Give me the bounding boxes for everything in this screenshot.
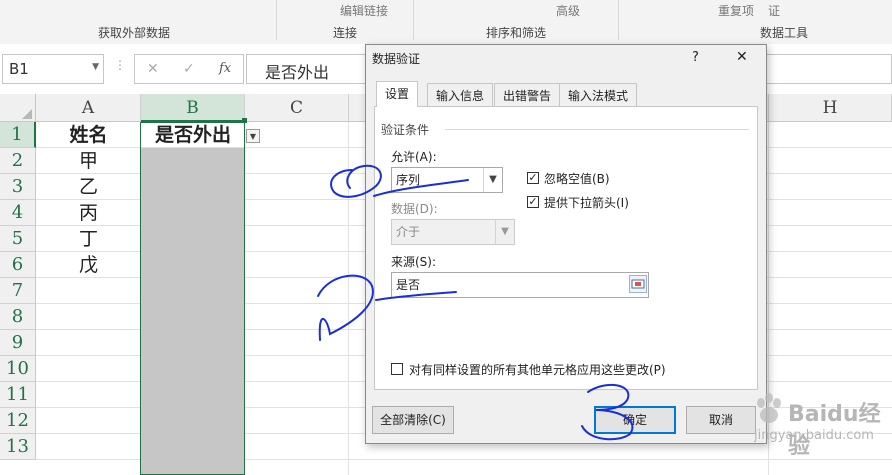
cancel-button[interactable]: 取消 — [686, 406, 756, 434]
row-header-13[interactable]: 13 — [0, 434, 36, 460]
row-header-4[interactable]: 4 — [0, 200, 36, 226]
cell-a1[interactable]: 姓名 — [36, 122, 141, 148]
row-header-2[interactable]: 2 — [0, 148, 36, 174]
chevron-down-icon[interactable]: ▼ — [92, 62, 99, 72]
column-header-h[interactable]: H — [769, 94, 892, 122]
ribbon-group-connections: 连接 — [333, 26, 358, 40]
tab-error-alert[interactable]: 出错警告 — [494, 83, 561, 107]
ribbon-separator — [618, 0, 619, 40]
name-box-value: B1 — [9, 60, 29, 78]
dropdown-arrow-icon[interactable]: ▼ — [246, 129, 260, 143]
data-validation-dialog: 数据验证 ? ✕ 设置 输入信息 出错警告 输入法模式 验证条件 允许(A): … — [365, 44, 767, 444]
row-header-7[interactable]: 7 — [0, 278, 36, 304]
select-all-icon — [22, 109, 32, 119]
cell-a4[interactable]: 丙 — [36, 200, 141, 226]
apply-all-label: 对有同样设置的所有其他单元格应用这些更改(P) — [409, 363, 666, 377]
selection-border — [140, 122, 245, 475]
apply-all-checkbox[interactable] — [391, 363, 403, 375]
tab-settings[interactable]: 设置 — [376, 81, 419, 107]
row-header-10[interactable]: 10 — [0, 356, 36, 382]
formula-content: 是否外出 — [265, 63, 330, 82]
cancel-icon[interactable]: ✕ — [147, 61, 159, 77]
data-select: 介于 ▼ — [391, 219, 515, 245]
ignore-blank-label: 忽略空值(B) — [544, 172, 610, 186]
ribbon-group-sort-filter: 排序和筛选 — [486, 26, 547, 40]
ribbon: 编辑链接 高级 重复项 证 获取外部数据 连接 排序和筛选 数据工具 — [0, 0, 892, 45]
ok-button[interactable]: 确定 — [594, 406, 676, 434]
source-input[interactable]: 是否 — [391, 272, 649, 298]
tab-input-message[interactable]: 输入信息 — [427, 83, 494, 107]
edit-links-button[interactable]: 编辑链接 — [340, 2, 388, 19]
source-value: 是否 — [396, 278, 421, 292]
advanced-filter-button[interactable]: 高级 — [556, 2, 580, 19]
cell-b1[interactable]: 是否外出 — [141, 122, 245, 148]
section-validation-criteria: 验证条件 — [381, 123, 430, 137]
source-label: 来源(S): — [391, 255, 437, 269]
help-icon[interactable]: ? — [692, 50, 699, 65]
chevron-down-icon[interactable]: ▼ — [483, 168, 502, 192]
watermark: Baidu经验 jingyan.baidu.com — [752, 392, 890, 472]
settings-panel: 验证条件 允许(A): 序列 ▼ ✓ 忽略空值(B) ✓ 提供下拉箭头(I) 数… — [374, 106, 758, 390]
row-header-6[interactable]: 6 — [0, 252, 36, 278]
cell-a3[interactable]: 乙 — [36, 174, 141, 200]
row-header-3[interactable]: 3 — [0, 174, 36, 200]
enter-icon[interactable]: ✓ — [183, 61, 195, 77]
insert-function-icon[interactable]: fx — [219, 61, 231, 76]
dialog-title: 数据验证 — [372, 52, 421, 66]
cell-a6[interactable]: 戊 — [36, 252, 141, 278]
column-header-b[interactable]: B — [141, 94, 245, 122]
row-header-5[interactable]: 5 — [0, 226, 36, 252]
select-all-corner[interactable] — [0, 94, 36, 122]
dropdown-label: 提供下拉箭头(I) — [544, 196, 629, 210]
watermark-url: jingyan.baidu.com — [754, 428, 874, 443]
ribbon-group-data-tools: 数据工具 — [760, 26, 809, 40]
column-header-a[interactable]: A — [36, 94, 141, 122]
cell-a2[interactable]: 甲 — [36, 148, 141, 174]
row-header-8[interactable]: 8 — [0, 304, 36, 330]
clear-all-button[interactable]: 全部清除(C) — [372, 406, 454, 434]
remove-duplicates-button[interactable]: 重复项 — [718, 2, 754, 19]
chevron-down-icon: ▼ — [495, 220, 514, 244]
allow-select[interactable]: 序列 ▼ — [391, 167, 503, 193]
data-value: 介于 — [396, 225, 421, 239]
more-icon: ⋮ — [114, 58, 126, 72]
row-header-11[interactable]: 11 — [0, 382, 36, 408]
allow-label: 允许(A): — [391, 150, 437, 164]
ribbon-separator — [413, 0, 414, 40]
ignore-blank-checkbox[interactable]: ✓ — [527, 172, 539, 184]
range-select-icon[interactable] — [629, 275, 647, 293]
data-validation-button[interactable]: 证 — [768, 2, 780, 19]
section-divider — [445, 129, 749, 130]
column-header-c[interactable]: C — [245, 94, 349, 122]
ribbon-separator — [276, 0, 277, 40]
name-box[interactable]: B1 ▼ — [2, 54, 104, 84]
dropdown-checkbox[interactable]: ✓ — [527, 196, 539, 208]
data-label: 数据(D): — [391, 202, 438, 216]
baidu-paw-logo-icon — [757, 393, 781, 423]
formula-buttons: ✕ ✓ fx — [134, 54, 244, 84]
allow-value: 序列 — [396, 173, 421, 187]
cell-a5[interactable]: 丁 — [36, 226, 141, 252]
row-header-9[interactable]: 9 — [0, 330, 36, 356]
ribbon-group-get-external-data: 获取外部数据 — [98, 26, 171, 40]
row-header-1[interactable]: 1 — [0, 122, 36, 148]
tab-ime-mode[interactable]: 输入法模式 — [559, 83, 638, 107]
row-header-12[interactable]: 12 — [0, 408, 36, 434]
close-icon[interactable]: ✕ — [736, 49, 748, 65]
